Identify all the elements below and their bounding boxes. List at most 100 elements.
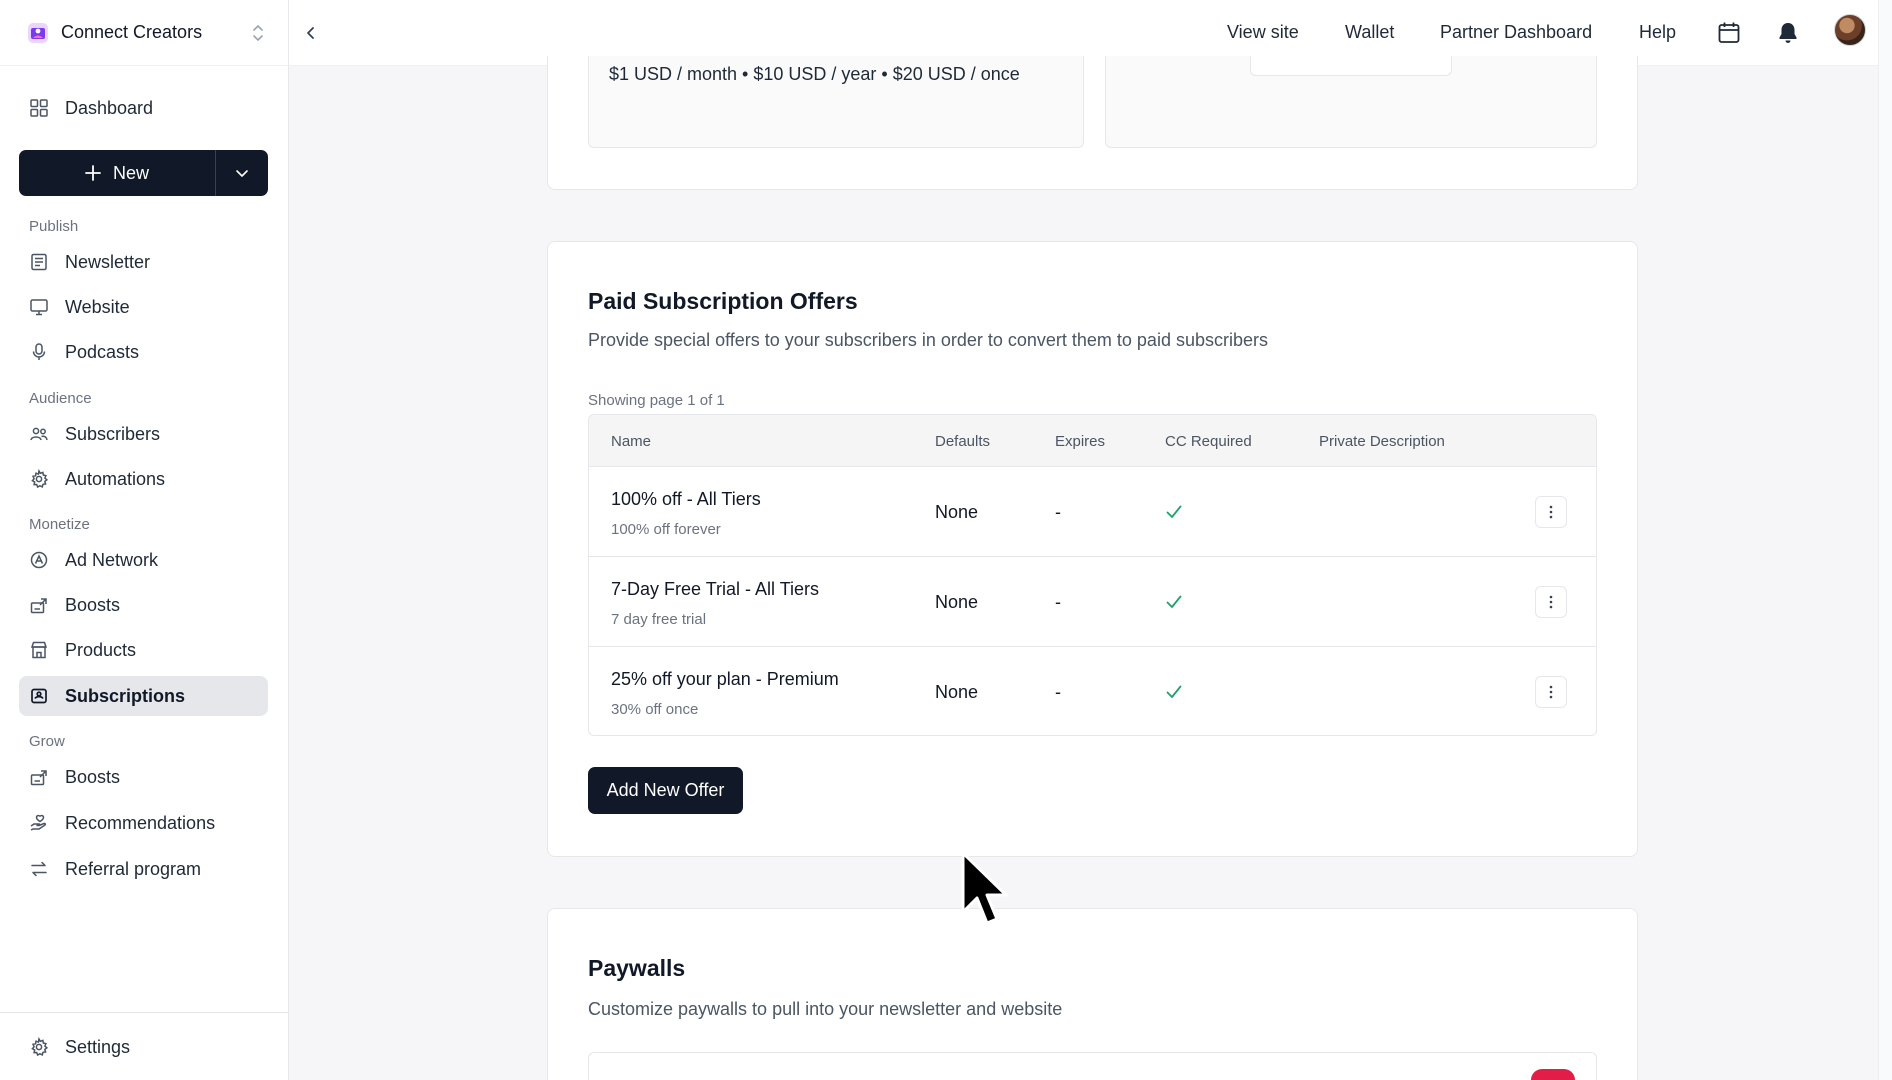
sidebar-item-label: Products <box>65 639 137 660</box>
boost-icon <box>30 770 47 786</box>
avatar[interactable] <box>1834 14 1866 46</box>
arrows-exchange-icon <box>31 861 47 877</box>
offer-expires: - <box>1055 682 1061 702</box>
add-new-offer-button[interactable]: Add New Offer <box>588 767 743 814</box>
sidebar-item-recommendations[interactable]: Recommendations <box>19 803 268 843</box>
publication-logo-icon <box>28 22 48 43</box>
check-icon <box>1166 505 1182 518</box>
sidebar-item-referral-program[interactable]: Referral program <box>19 849 268 889</box>
table-row[interactable]: 25% off your plan - Premium 30% off once… <box>589 647 1596 735</box>
grid-icon <box>30 99 48 117</box>
sidebar-item-ad-network[interactable]: Ad Network <box>19 540 268 580</box>
sidebar: Connect Creators Dashboard New Publish N… <box>0 0 289 1080</box>
section-description: Customize paywalls to pull into your new… <box>588 999 1063 1019</box>
offer-name: 25% off your plan - Premium <box>611 669 839 689</box>
new-button[interactable]: New <box>19 150 216 196</box>
offer-defaults: None <box>935 682 979 702</box>
new-dropdown-button[interactable] <box>216 150 268 196</box>
section-description: Provide special offers to your subscribe… <box>588 330 1268 350</box>
column-header-name: Name <box>611 433 652 450</box>
offer-expires: - <box>1055 502 1061 522</box>
collapse-sidebar-button[interactable] <box>299 21 323 45</box>
offer-summary: 7 day free trial <box>611 611 707 628</box>
paywalls-card: Paywalls Customize paywalls to pull into… <box>547 908 1638 1080</box>
sidebar-item-label: Boosts <box>65 766 121 787</box>
publication-name: Connect Creators <box>61 22 203 42</box>
sidebar-item-website[interactable]: Website <box>19 287 268 327</box>
partner-dashboard-link[interactable]: Partner Dashboard <box>1440 22 1592 43</box>
section-label-grow: Grow <box>29 733 65 750</box>
calendar-icon[interactable] <box>1716 20 1742 46</box>
sidebar-item-boosts-grow[interactable]: Boosts <box>19 757 268 797</box>
paid-subscription-offers-card: Paid Subscription Offers Provide special… <box>547 241 1638 857</box>
bell-icon[interactable] <box>1775 20 1801 46</box>
newspaper-icon <box>31 253 47 271</box>
column-header-cc-required: CC Required <box>1165 433 1252 450</box>
chevron-down-icon <box>236 170 248 177</box>
mouse-cursor-icon <box>961 851 1008 925</box>
paywall-list <box>588 1052 1597 1080</box>
monitor-icon <box>30 299 48 316</box>
sidebar-item-label: Ad Network <box>65 549 159 570</box>
section-label-audience: Audience <box>29 390 92 407</box>
storefront-icon <box>30 641 48 659</box>
sidebar-item-label: Referral program <box>65 858 202 879</box>
offer-defaults: None <box>935 592 979 612</box>
tier-action-button[interactable] <box>1250 56 1452 76</box>
kebab-menu-icon <box>1549 685 1553 699</box>
plus-icon <box>85 165 101 181</box>
subscriptions-icon <box>31 688 47 704</box>
offer-name: 7-Day Free Trial - All Tiers <box>611 579 820 599</box>
row-actions-button[interactable] <box>1535 496 1567 528</box>
sidebar-item-newsletter[interactable]: Newsletter <box>19 242 268 282</box>
sidebar-item-subscribers[interactable]: Subscribers <box>19 414 268 454</box>
section-title: Paid Subscription Offers <box>588 288 858 314</box>
sidebar-item-label: Boosts <box>65 594 121 615</box>
chevron-left-icon <box>307 27 314 39</box>
sidebar-item-label: Subscribers <box>65 423 161 444</box>
sidebar-item-automations[interactable]: Automations <box>19 459 268 499</box>
scrollbar-track[interactable] <box>1878 0 1892 1080</box>
sidebar-item-label: Settings <box>65 1036 131 1057</box>
sidebar-item-subscriptions[interactable]: Subscriptions <box>19 676 268 716</box>
help-link[interactable]: Help <box>1639 22 1676 43</box>
check-icon <box>1166 685 1182 698</box>
offer-defaults: None <box>935 502 979 522</box>
row-actions-button[interactable] <box>1535 586 1567 618</box>
pricing-card: $1 USD / month • $10 USD / year • $20 US… <box>547 56 1638 190</box>
table-header: Name Defaults Expires CC Required Privat… <box>589 415 1596 467</box>
sidebar-item-label: Dashboard <box>65 97 154 118</box>
sidebar-item-boosts-monetize[interactable]: Boosts <box>19 585 268 625</box>
column-header-private-description: Private Description <box>1319 433 1445 450</box>
view-site-link[interactable]: View site <box>1227 22 1299 43</box>
sidebar-item-products[interactable]: Products <box>19 630 268 670</box>
section-label-publish: Publish <box>29 218 79 235</box>
sidebar-item-label: Podcasts <box>65 341 140 362</box>
table-row[interactable]: 100% off - All Tiers 100% off forever No… <box>589 467 1596 557</box>
new-button-label: New <box>112 162 149 183</box>
new-button-group: New <box>19 150 268 196</box>
paywall-toggle[interactable] <box>1531 1069 1575 1080</box>
table-row[interactable]: 7-Day Free Trial - All Tiers 7 day free … <box>589 557 1596 647</box>
offers-table: Name Defaults Expires CC Required Privat… <box>588 414 1597 736</box>
column-header-expires: Expires <box>1055 433 1106 450</box>
users-icon <box>30 427 48 441</box>
boost-icon <box>30 598 47 614</box>
offer-name: 100% off - All Tiers <box>611 489 761 509</box>
kebab-menu-icon <box>1549 505 1553 519</box>
chevron-up-down-icon <box>253 24 263 41</box>
sidebar-item-settings[interactable]: Settings <box>19 1027 268 1067</box>
section-title: Paywalls <box>588 955 686 981</box>
offer-summary: 100% off forever <box>611 521 721 538</box>
sidebar-item-podcasts[interactable]: Podcasts <box>19 332 268 372</box>
microphone-icon <box>32 343 46 360</box>
ad-network-icon <box>30 551 48 569</box>
sidebar-item-dashboard[interactable]: Dashboard <box>19 88 268 128</box>
row-actions-button[interactable] <box>1535 676 1567 708</box>
wallet-link[interactable]: Wallet <box>1345 22 1394 43</box>
column-header-defaults: Defaults <box>935 433 991 450</box>
offer-expires: - <box>1055 592 1061 612</box>
pricing-line: $1 USD / month • $10 USD / year • $20 US… <box>609 64 1020 84</box>
publication-switcher[interactable]: Connect Creators <box>0 0 289 66</box>
sidebar-item-label: Automations <box>65 468 166 489</box>
